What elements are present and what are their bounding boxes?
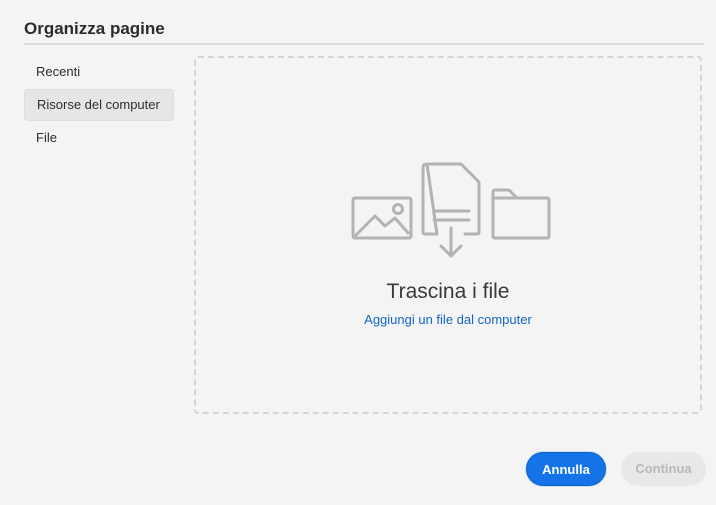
dropzone-title: Trascina i file [386, 280, 510, 303]
title-divider [24, 43, 704, 45]
folder-icon [491, 188, 551, 240]
sidebar-item-risorse-del-computer[interactable]: Risorse del computer [24, 89, 174, 121]
sidebar-item-recenti[interactable]: Recenti [24, 57, 174, 87]
dropzone-illustration [351, 162, 551, 258]
add-file-link[interactable]: Aggiungi un file dal computer [196, 312, 700, 327]
document-download-icon [421, 162, 481, 258]
image-icon [351, 196, 413, 240]
sidebar: Recenti Risorse del computer File [24, 57, 174, 155]
continue-button[interactable]: Continua [621, 452, 706, 486]
sidebar-item-file[interactable]: File [24, 123, 174, 153]
cancel-button[interactable]: Annulla [526, 452, 606, 486]
file-dropzone[interactable]: Trascina i file Aggiungi un file dal com… [194, 56, 702, 414]
dialog-title: Organizza pagine [24, 19, 165, 38]
